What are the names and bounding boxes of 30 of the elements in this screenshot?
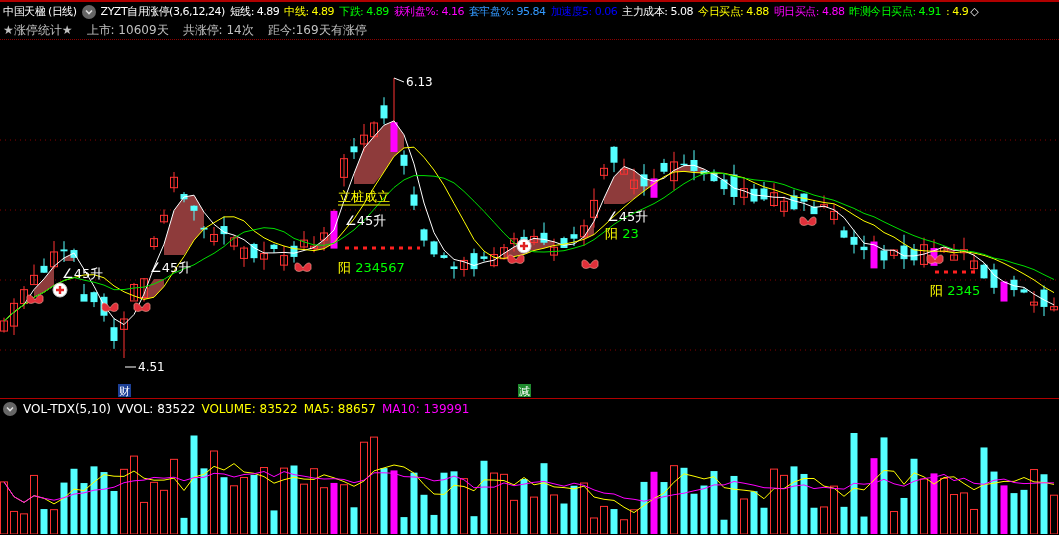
indicator-reading: 今日买点: 4.88 (698, 4, 769, 19)
stat-text: 距今:169天有涨停 (267, 23, 367, 37)
event-mark[interactable]: 财 (118, 384, 131, 397)
price-low-label: 4.51 (138, 360, 165, 374)
yang-count-label: 阳 2345 (930, 283, 981, 298)
indicator-reading: VOLUME: 83522 (201, 401, 298, 416)
indicator-reading: : 4.9 (946, 4, 969, 19)
security-title: 中国天楹 (日线) (3, 4, 77, 19)
price-high-label: 6.13 (406, 75, 433, 89)
indicator-reading: MA10: 139991 (381, 401, 470, 416)
indicator-reading: 昨测今日买点: 4.91 (849, 4, 942, 19)
indicator-reading: 主力成本: 5.08 (622, 4, 693, 19)
yang-count-label: 阳 234567 (338, 260, 405, 275)
yang-count-label: 阳 23 (605, 226, 639, 241)
stat-text: 共涨停: 14次 (182, 23, 254, 37)
indicator-reading: 中线: 4.89 (284, 4, 335, 19)
event-mark[interactable]: 减 (518, 384, 531, 397)
indicator-reading: 下跌: 4.89 (339, 4, 389, 19)
indicator-reading: 短线: 4.89 (229, 4, 280, 19)
diamond-glyph: ◇ (970, 4, 979, 19)
indicator-name: VOL-TDX(5,10) (23, 401, 112, 416)
indicator-reading: 套牢盘%: 95.84 (468, 4, 546, 19)
stat-text: 上市: 10609天 (86, 23, 169, 37)
indicator-reading: 加速度5: 0.06 (550, 4, 618, 19)
indicator-reading: VVOL: 83522 (117, 401, 196, 416)
indicator-name: ZYZT自用涨停(3,6,12,24) (100, 4, 225, 19)
indicator-reading: MA5: 88657 (303, 401, 376, 416)
stat-text: ★涨停统计★ (3, 23, 73, 37)
indicator-reading: 获利盘%: 4.16 (393, 4, 464, 19)
indicator-reading: 明日买点: 4.88 (773, 4, 845, 19)
